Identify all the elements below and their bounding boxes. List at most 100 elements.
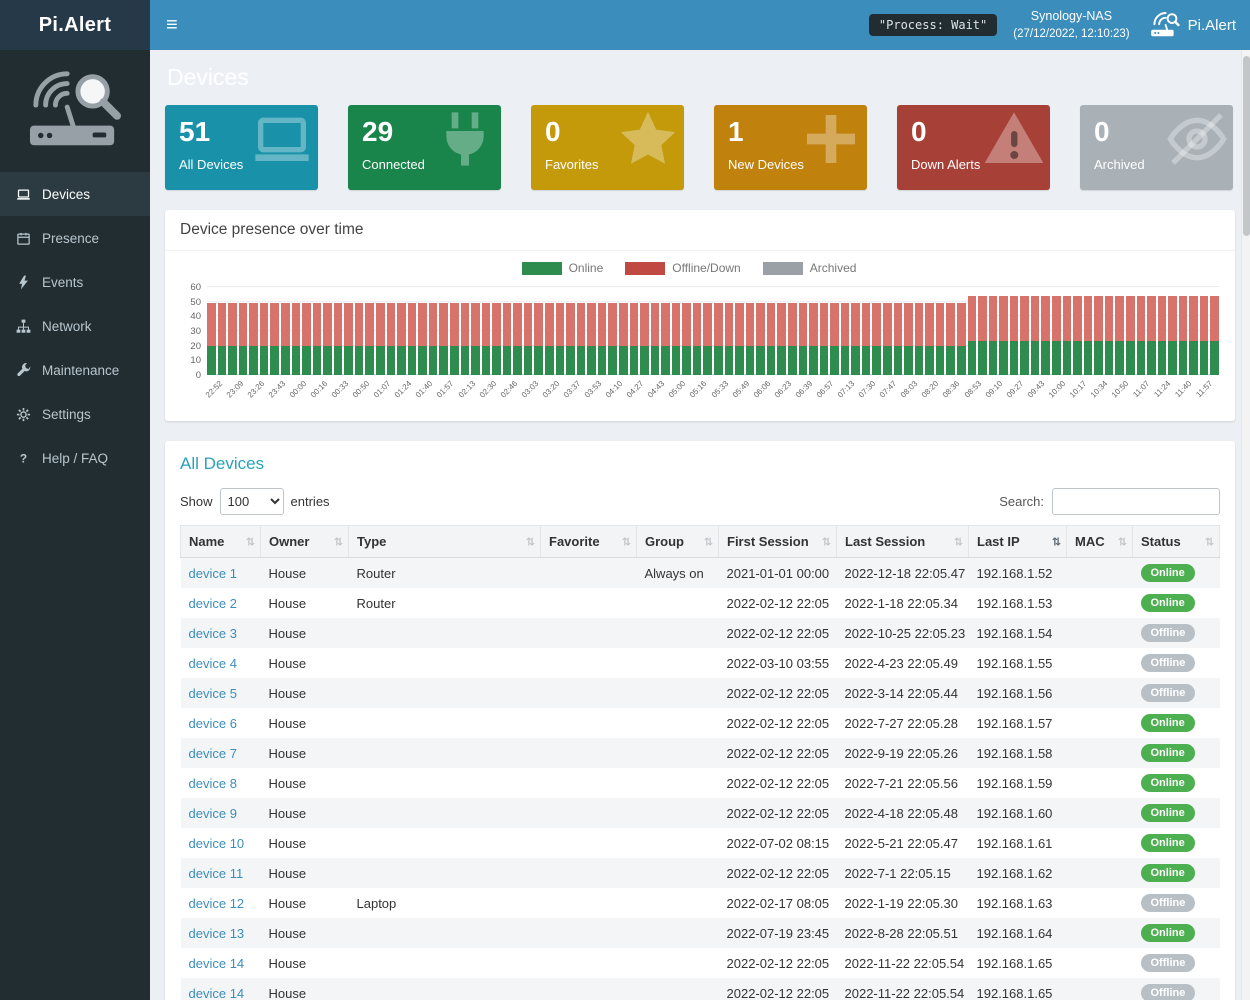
bar-online-segment [820,346,829,375]
device-link[interactable]: device 12 [189,896,245,911]
y-axis-label: 60 [190,282,201,293]
sidebar-item-devices[interactable]: Devices [0,172,150,216]
device-link[interactable]: device 13 [189,926,245,941]
device-link[interactable]: device 4 [189,656,237,671]
bar-offline-segment [978,296,987,341]
column-header-mac[interactable]: MAC⇅ [1067,526,1133,558]
sidebar-item-settings[interactable]: Settings [0,392,150,436]
column-header-status[interactable]: Status⇅ [1133,526,1220,558]
cell-last-ip: 192.168.1.59 [969,768,1067,798]
chart-bar [355,303,364,375]
device-link[interactable]: device 5 [189,686,237,701]
cell-last-session: 2022-11-22 22:05.54 [837,978,969,1000]
host-info: Synology-NAS (27/12/2022, 12:10:23) [1013,8,1129,42]
sidebar-toggle-button[interactable]: ≡ [150,0,194,50]
brand-logo[interactable]: Pi.Alert [0,0,150,50]
sidebar-item-events[interactable]: Events [0,260,150,304]
cell-favorite [541,948,637,978]
chart-bar [545,303,554,375]
cell-mac [1067,768,1133,798]
bar-online-segment [292,346,301,375]
bar-online-segment [904,346,913,375]
page-length-select[interactable]: 100 [220,488,284,515]
device-link[interactable]: device 14 [189,986,245,1000]
search-control: Search: [999,488,1220,515]
bar-offline-segment [503,303,512,346]
bar-online-segment [556,346,565,375]
cell-group [637,738,719,768]
bar-online-segment [693,346,702,375]
bar-online-segment [566,346,575,375]
bar-offline-segment [957,303,966,346]
chart-body: OnlineOffline/DownArchived 0102030405060… [165,251,1235,421]
search-input[interactable] [1052,488,1220,515]
cell-first-session: 2022-02-12 22:05 [719,678,837,708]
cell-last-ip: 192.168.1.65 [969,978,1067,1000]
sort-icon: ⇅ [622,535,631,548]
device-link[interactable]: device 7 [189,746,237,761]
column-header-name[interactable]: Name⇅ [181,526,261,558]
column-header-last-ip[interactable]: Last IP⇅ [969,526,1067,558]
cell-group [637,618,719,648]
info-box-all-devices[interactable]: 51All Devices [165,105,318,190]
cell-name: device 4 [181,648,261,678]
cell-status: Offline [1133,888,1220,918]
bar-offline-segment [439,303,448,346]
device-link[interactable]: device 11 [189,866,244,881]
chart-bar [915,303,924,375]
sidebar-item-presence[interactable]: Presence [0,216,150,260]
device-link[interactable]: device 6 [189,716,237,731]
cell-favorite [541,798,637,828]
chart-bar [1020,296,1029,375]
column-header-type[interactable]: Type⇅ [349,526,541,558]
cell-group [637,678,719,708]
sidebar-item-label: Devices [42,187,90,202]
cell-group [637,768,719,798]
cell-group [637,648,719,678]
cell-last-session: 2022-12-18 22:05.47 [837,558,969,589]
cell-name: device 8 [181,768,261,798]
scrollbar-thumb[interactable] [1243,56,1250,236]
info-box-down-alerts[interactable]: 0Down Alerts [897,105,1050,190]
chart-bar [809,303,818,375]
cell-favorite [541,708,637,738]
device-link[interactable]: device 1 [189,566,237,581]
cell-mac [1067,798,1133,828]
device-link[interactable]: device 9 [189,806,237,821]
cell-name: device 2 [181,588,261,618]
bar-offline-segment [1041,296,1050,341]
bar-offline-segment [376,303,385,346]
cell-name: device 12 [181,888,261,918]
sidebar-item-help-faq[interactable]: ?Help / FAQ [0,436,150,480]
bar-offline-segment [292,303,301,346]
bar-offline-segment [228,303,237,346]
column-header-favorite[interactable]: Favorite⇅ [541,526,637,558]
bar-online-segment [461,346,470,375]
column-header-label: First Session [727,534,809,549]
navbar-brand-right[interactable]: Pi.Alert [1148,12,1236,38]
device-link[interactable]: device 10 [189,836,245,851]
bar-offline-segment [1020,296,1029,341]
info-box-new-devices[interactable]: 1New Devices [714,105,867,190]
cell-first-session: 2022-07-19 23:45 [719,918,837,948]
info-box-archived[interactable]: 0Archived [1080,105,1233,190]
vertical-scrollbar[interactable] [1241,50,1250,1000]
info-box-connected[interactable]: 29Connected [348,105,501,190]
column-header-owner[interactable]: Owner⇅ [261,526,349,558]
sidebar-item-maintenance[interactable]: Maintenance [0,348,150,392]
chart-bar [756,303,765,375]
device-link[interactable]: device 14 [189,956,245,971]
column-header-first-session[interactable]: First Session⇅ [719,526,837,558]
info-box-favorites[interactable]: 0Favorites [531,105,684,190]
device-link[interactable]: device 3 [189,626,237,641]
status-badge: Offline [1141,654,1196,672]
chart-bar [492,303,501,375]
device-link[interactable]: device 2 [189,596,237,611]
column-header-group[interactable]: Group⇅ [637,526,719,558]
device-link[interactable]: device 8 [189,776,237,791]
column-header-last-session[interactable]: Last Session⇅ [837,526,969,558]
cell-status: Offline [1133,648,1220,678]
cell-type [349,648,541,678]
bar-online-segment [756,346,765,375]
sidebar-item-network[interactable]: Network [0,304,150,348]
